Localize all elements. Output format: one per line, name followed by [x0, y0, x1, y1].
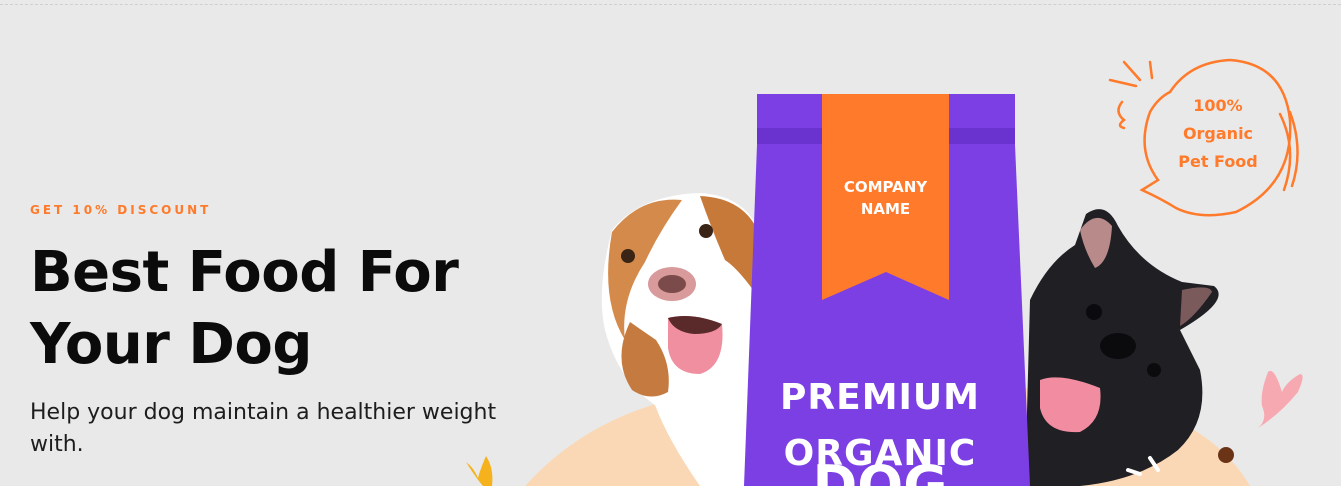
badge-line-2: Organic — [1182, 124, 1254, 143]
leaf-icon — [466, 456, 493, 486]
product-title-line-1: PREMIUM — [780, 377, 980, 418]
badge-line-1: 100% — [1193, 96, 1243, 115]
hero-illustration — [466, 58, 1303, 486]
company-line-1: COMPANY — [843, 178, 928, 196]
company-name-label: COMPANY NAME — [822, 176, 949, 220]
product-title-line-3: DOG — [772, 456, 988, 486]
heart-icon — [1258, 370, 1303, 428]
badge-line-3: Pet Food — [1178, 152, 1258, 171]
organic-badge-text: 100% Organic Pet Food — [1168, 92, 1268, 176]
kibble-icon — [1218, 447, 1234, 463]
company-line-2: NAME — [860, 200, 911, 218]
